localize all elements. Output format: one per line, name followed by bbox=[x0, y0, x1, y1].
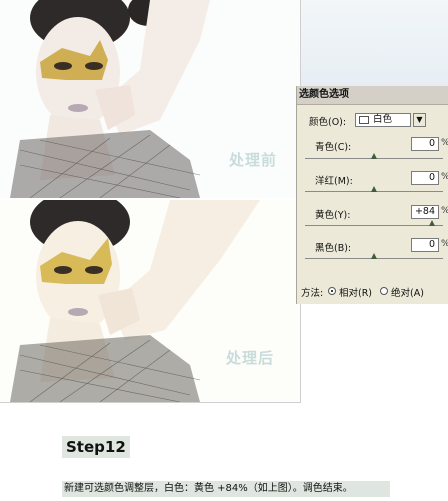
before-photo: 处理前 bbox=[0, 0, 301, 198]
cyan-value-input[interactable]: 0 bbox=[411, 137, 439, 151]
black-percent-unit: % bbox=[441, 239, 448, 249]
colors-select-value: 白色 bbox=[373, 114, 393, 125]
slider-label-black: 黑色(B): bbox=[315, 243, 352, 254]
step-caption: 新建可选颜色调整层，白色：黄色 +84%（如上图）。调色结束。 bbox=[62, 481, 390, 497]
yellow-slider-thumb[interactable] bbox=[428, 220, 435, 226]
absolute-radio-label[interactable]: 绝对(A) bbox=[391, 285, 424, 299]
slider-label-yellow: 黄色(Y): bbox=[315, 210, 351, 221]
cyan-percent-unit: % bbox=[441, 138, 448, 148]
yellow-value-input[interactable]: +84 bbox=[411, 205, 439, 219]
after-photo-image bbox=[0, 200, 300, 402]
yellow-slider-track[interactable] bbox=[305, 225, 443, 226]
relative-radio-label[interactable]: 相对(R) bbox=[339, 285, 372, 299]
magenta-slider-thumb[interactable] bbox=[371, 186, 377, 192]
selective-color-dialog: 选颜色选项 颜色(O): 白色 ▼ 青色(C): 0 % 洋红(M): 0 % … bbox=[296, 86, 448, 304]
step-title: Step12 bbox=[62, 436, 130, 458]
cyan-slider-thumb[interactable] bbox=[371, 153, 377, 159]
chevron-down-icon[interactable]: ▼ bbox=[413, 113, 426, 127]
colors-label: 颜色(O): bbox=[309, 117, 347, 128]
slider-label-cyan: 青色(C): bbox=[315, 142, 352, 153]
method-label: 方法: bbox=[301, 288, 324, 299]
color-swatch bbox=[359, 116, 369, 124]
after-photo: 处理后 bbox=[0, 200, 301, 403]
colors-select[interactable]: 白色 bbox=[355, 113, 411, 127]
black-slider-thumb[interactable] bbox=[371, 253, 377, 259]
absolute-radio[interactable] bbox=[380, 287, 388, 295]
background-sky bbox=[301, 0, 448, 86]
yellow-percent-unit: % bbox=[441, 206, 448, 216]
black-value-input[interactable]: 0 bbox=[411, 238, 439, 252]
dialog-title: 选颜色选项 bbox=[297, 86, 448, 105]
magenta-value-input[interactable]: 0 bbox=[411, 171, 439, 185]
slider-label-magenta: 洋红(M): bbox=[315, 176, 353, 187]
magenta-percent-unit: % bbox=[441, 172, 448, 182]
relative-radio[interactable] bbox=[328, 287, 336, 295]
before-watermark: 处理前 bbox=[229, 151, 278, 169]
after-watermark: 处理后 bbox=[226, 349, 275, 367]
